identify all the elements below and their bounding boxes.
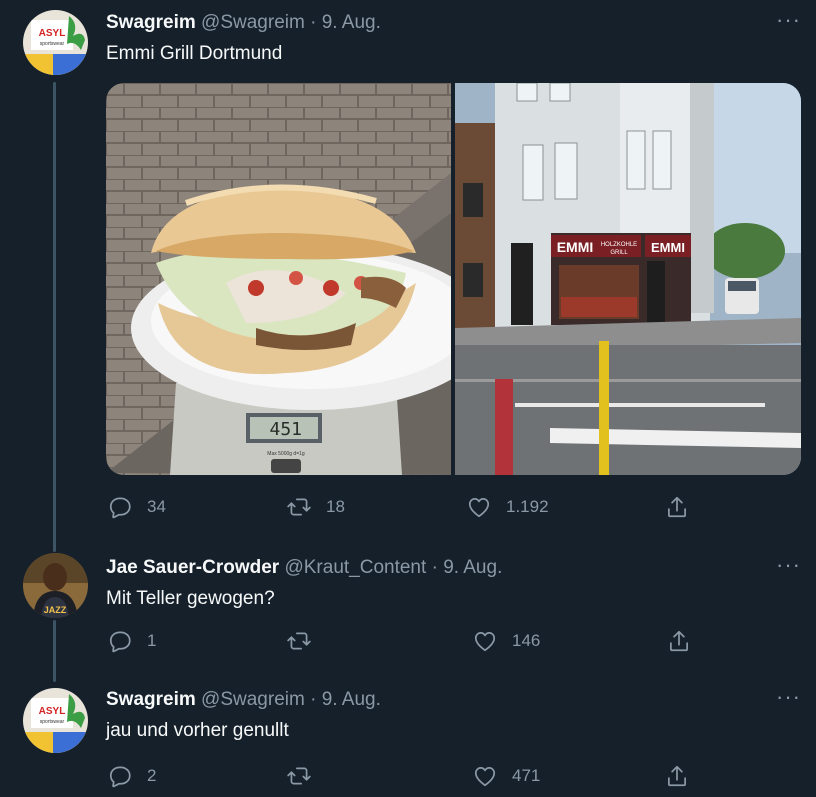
like-button[interactable]: 1.192 [466, 492, 549, 522]
avatar[interactable]: ASYL sportswear [23, 10, 88, 75]
handle[interactable]: @Swagreim [201, 12, 305, 33]
display-name[interactable]: Jae Sauer-Crowder [106, 557, 279, 578]
reply-count: 34 [147, 497, 166, 516]
tweet-1[interactable]: ASYL sportswear Swagreim @Swagreim · 9. … [0, 0, 816, 540]
photo-shop-street[interactable]: EMMI HOLZKOHLE GRILL EMMI [455, 83, 801, 475]
more-icon[interactable]: ··· [776, 686, 800, 711]
handle[interactable]: @Swagreim [201, 689, 305, 710]
tweet-actions: 1 146 [0, 626, 816, 656]
like-icon [468, 498, 490, 518]
separator-dot: · [431, 557, 438, 578]
tweet-media[interactable]: 451 steinbach Max 5000g d=1g [106, 83, 801, 475]
retweet-icon [287, 498, 311, 516]
reply-count: 1 [147, 631, 157, 650]
svg-text:sportswear: sportswear [40, 719, 65, 725]
reply-button[interactable]: 1 [107, 626, 156, 656]
share-icon [668, 496, 686, 518]
reply-button[interactable]: 34 [107, 492, 166, 522]
tweet-header: Jae Sauer-Crowder @Kraut_Content · 9. Au… [106, 557, 502, 579]
share-button[interactable] [664, 492, 690, 522]
like-button[interactable]: 471 [472, 761, 540, 791]
like-icon [474, 632, 496, 652]
tweet-2[interactable]: JAZZ Jae Sauer-Crowder @Kraut_Content · … [0, 540, 816, 675]
like-button[interactable]: 146 [472, 626, 540, 656]
avatar-jersey-text: JAZZ [44, 605, 67, 615]
display-name[interactable]: Swagreim [106, 12, 196, 33]
svg-text:Max 5000g d=1g: Max 5000g d=1g [267, 451, 305, 457]
tweet-text: jau und vorher genullt [106, 720, 289, 741]
reply-icon [109, 766, 131, 788]
reply-icon [109, 631, 131, 653]
share-button[interactable] [666, 626, 692, 656]
avatar-logo-text: ASYL [39, 28, 66, 39]
tweet-header: Swagreim @Swagreim · 9. Aug. [106, 12, 381, 34]
tweet-text: Mit Teller gewogen? [106, 588, 275, 609]
svg-text:GRILL: GRILL [610, 250, 628, 256]
like-count: 1.192 [506, 497, 549, 516]
share-icon [668, 765, 686, 787]
share-button[interactable] [664, 761, 690, 791]
retweet-icon [287, 632, 311, 650]
tweet-date[interactable]: 9. Aug. [322, 689, 381, 710]
tweet-text: Emmi Grill Dortmund [106, 43, 283, 64]
svg-text:HOLZKOHLE: HOLZKOHLE [601, 242, 637, 248]
more-icon[interactable]: ··· [776, 9, 800, 34]
separator-dot: · [310, 689, 317, 710]
tweet-actions: 2 471 [0, 761, 816, 791]
reply-button[interactable]: 2 [107, 761, 156, 791]
tweet-header: Swagreim @Swagreim · 9. Aug. [106, 689, 381, 711]
retweet-button[interactable]: 18 [286, 492, 345, 522]
tweet-actions: 34 18 1.192 [0, 492, 816, 522]
separator-dot: · [310, 12, 317, 33]
reply-count: 2 [147, 766, 157, 785]
retweet-icon [287, 767, 311, 785]
handle[interactable]: @Kraut_Content [284, 557, 426, 578]
more-icon[interactable]: ··· [776, 554, 800, 579]
retweet-button[interactable] [286, 626, 326, 656]
display-name[interactable]: Swagreim [106, 689, 196, 710]
retweet-button[interactable] [286, 761, 326, 791]
svg-text:EMMI: EMMI [651, 240, 685, 255]
like-count: 146 [512, 631, 541, 650]
svg-text:sportswear: sportswear [40, 41, 65, 47]
retweet-count: 18 [326, 497, 345, 516]
avatar[interactable]: JAZZ [23, 553, 88, 618]
timeline: ASYL sportswear Swagreim @Swagreim · 9. … [0, 0, 816, 797]
tweet-date[interactable]: 9. Aug. [443, 557, 502, 578]
avatar-logo-text: ASYL [39, 706, 66, 717]
reply-icon [109, 497, 131, 519]
shop-sign-text: EMMI [557, 239, 594, 255]
tweet-date[interactable]: 9. Aug. [322, 12, 381, 33]
tweet-3[interactable]: ASYL sportswear Swagreim @Swagreim · 9. … [0, 675, 816, 797]
scale-display: 451 [269, 419, 302, 440]
avatar[interactable]: ASYL sportswear [23, 688, 88, 753]
like-count: 471 [512, 766, 541, 785]
share-icon [670, 630, 688, 652]
photo-doener-on-scale[interactable]: 451 steinbach Max 5000g d=1g [106, 83, 451, 475]
like-icon [474, 767, 496, 787]
